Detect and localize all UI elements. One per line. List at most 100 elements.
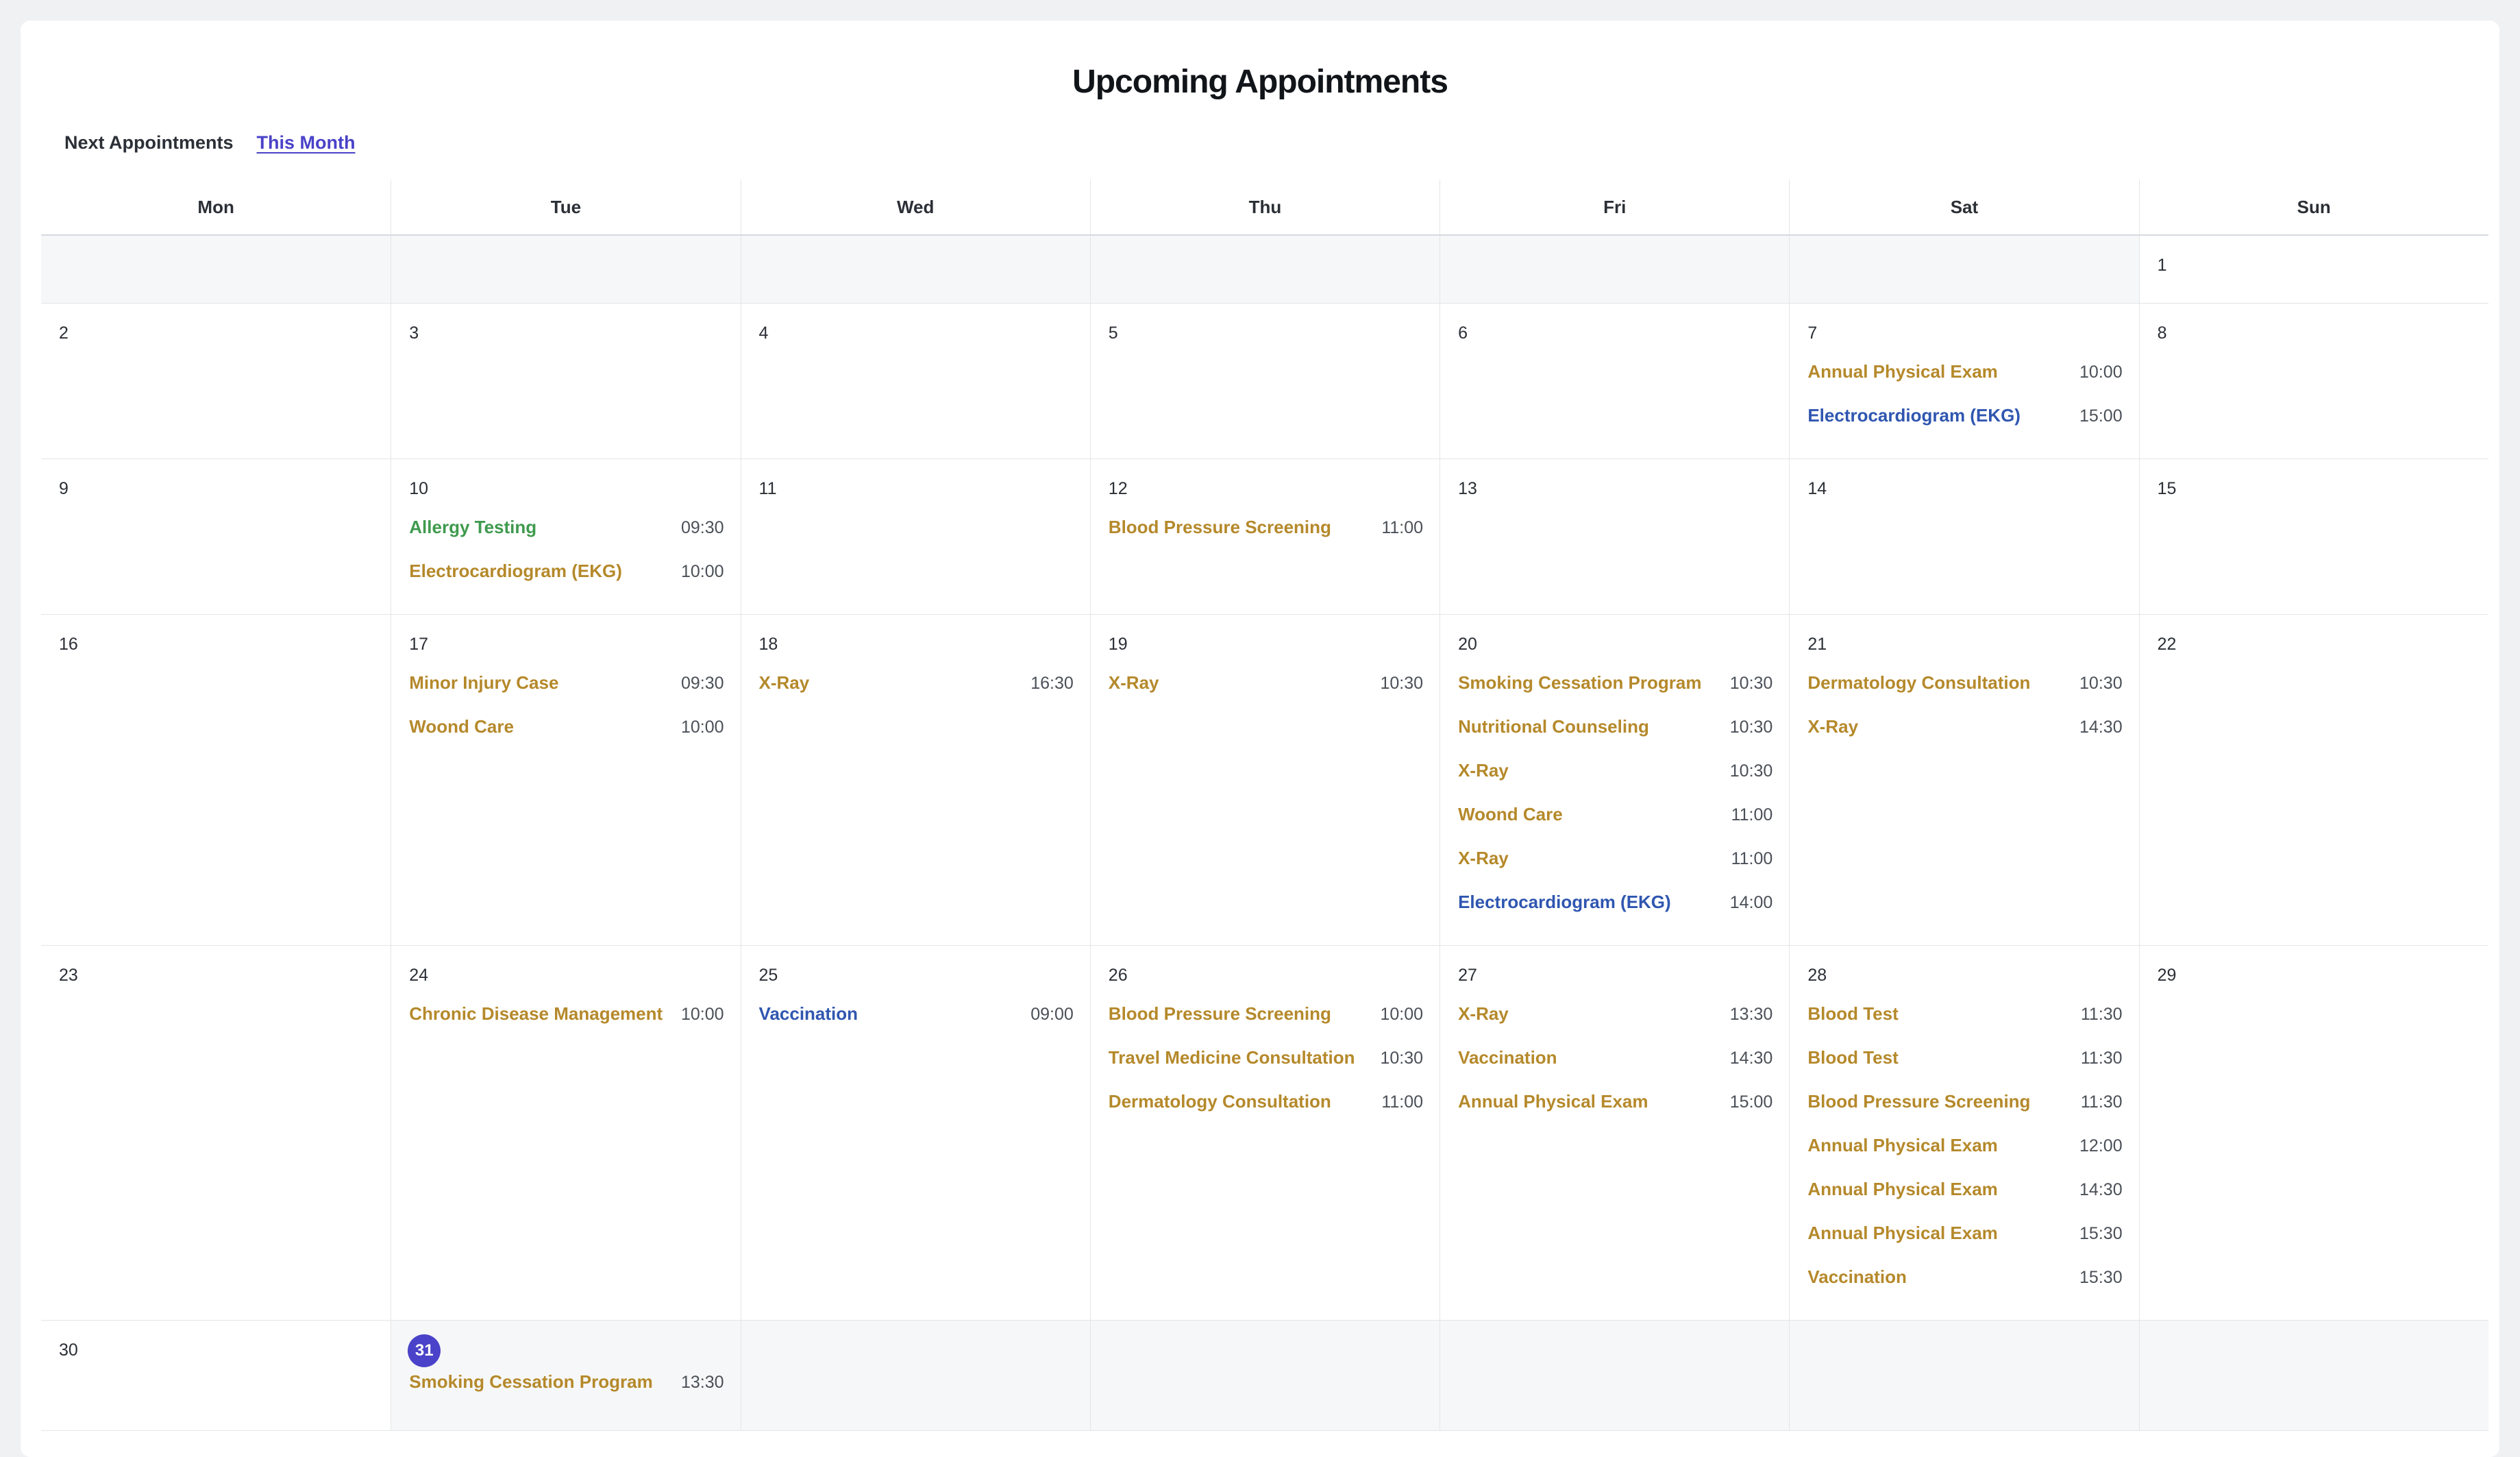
calendar-day[interactable]: 5	[1089, 304, 1440, 458]
day-number: 8	[2157, 323, 2167, 343]
appointment-time: 14:30	[2079, 1180, 2123, 1199]
appointment-time: 12:00	[2079, 1136, 2123, 1155]
calendar-day[interactable]: 11	[740, 459, 1090, 614]
tab-this-month[interactable]: This Month	[257, 132, 356, 154]
appointment-title: X-Ray	[1807, 716, 1859, 737]
calendar-day[interactable]: 20 Smoking Cessation Program 10:30 Nutritio…	[1440, 615, 1789, 945]
appointment-item[interactable]: Travel Medicine Consultation 10:30	[1109, 1047, 1423, 1091]
appointment-item[interactable]: Blood Pressure Screening 11:00	[1109, 517, 1423, 561]
calendar-day[interactable]: 6	[1440, 304, 1789, 458]
appointment-item[interactable]: Annual Physical Exam 12:00	[1807, 1135, 2122, 1179]
appointment-title: Woond Care	[409, 716, 514, 737]
day-number: 4	[758, 323, 769, 343]
calendar-day[interactable]: 8	[2138, 304, 2488, 458]
tab-next-appointments[interactable]: Next Appointments	[64, 132, 234, 154]
appointment-time: 14:00	[1729, 893, 1773, 912]
appointment-item[interactable]: X-Ray 10:30	[1458, 760, 1772, 804]
appointment-item[interactable]: X-Ray 10:30	[1109, 672, 1423, 716]
appointment-item[interactable]: X-Ray 13:30	[1458, 1003, 1772, 1047]
calendar-day[interactable]: 28 Blood Test 11:30 Blood Test 11:30 Blood Pr…	[1789, 946, 2138, 1320]
calendar-day[interactable]: 10 Allergy Testing 09:30 Electrocardiogram …	[391, 459, 740, 614]
appointment-title: Annual Physical Exam	[1807, 361, 1998, 382]
calendar-day[interactable]: 2	[41, 304, 391, 458]
appointment-item[interactable]: Smoking Cessation Program 13:30	[409, 1371, 724, 1415]
day-number: 6	[1458, 323, 1468, 343]
appointment-title: Dermatology Consultation	[1108, 1091, 1331, 1112]
appointment-item[interactable]: Dermatology Consultation 11:00	[1109, 1091, 1423, 1135]
appointment-item[interactable]: Chronic Disease Management 10:00	[409, 1003, 724, 1047]
calendar-day[interactable]: 19 X-Ray 10:30	[1089, 615, 1440, 945]
appointment-item[interactable]: Blood Pressure Screening 10:00	[1109, 1003, 1423, 1047]
appointment-item[interactable]: Minor Injury Case 09:30	[409, 672, 724, 716]
calendar-day-empty	[1440, 236, 1790, 303]
calendar-day[interactable]: 14	[1789, 459, 2138, 614]
calendar-day[interactable]: 23	[41, 946, 391, 1320]
day-number: 9	[59, 479, 69, 498]
day-number: 11	[758, 479, 777, 498]
calendar-week: 1	[41, 236, 2488, 304]
appointment-item[interactable]: Annual Physical Exam 15:30	[1807, 1223, 2122, 1266]
calendar-day[interactable]: 15	[2138, 459, 2488, 614]
calendar-day[interactable]: 13	[1440, 459, 1789, 614]
appointment-title: Blood Pressure Screening	[1108, 517, 1331, 537]
calendar-day[interactable]: 21 Dermatology Consultation 10:30 X-Ray 14:3…	[1789, 615, 2138, 945]
calendar-day[interactable]: 25 Vaccination 09:00	[740, 946, 1090, 1320]
appointment-item[interactable]: Dermatology Consultation 10:30	[1807, 672, 2122, 716]
appointment-item[interactable]: Woond Care 10:00	[409, 716, 724, 760]
appointment-item[interactable]: Annual Physical Exam 10:00	[1807, 361, 2122, 405]
appointment-item[interactable]: Allergy Testing 09:30	[409, 517, 724, 561]
appointment-item[interactable]: Woond Care 11:00	[1458, 804, 1772, 848]
calendar-day[interactable]: 17 Minor Injury Case 09:30 Woond Care 10:00	[391, 615, 740, 945]
appointment-item[interactable]: Smoking Cessation Program 10:30	[1458, 672, 1772, 716]
appointment-item[interactable]: X-Ray 16:30	[759, 672, 1074, 716]
appointment-time: 09:00	[1030, 1005, 1074, 1024]
appointment-item[interactable]: Annual Physical Exam 15:00	[1458, 1091, 1772, 1135]
appointment-item[interactable]: Electrocardiogram (EKG) 15:00	[1807, 405, 2122, 449]
calendar-day[interactable]: 31 Smoking Cessation Program 13:30	[391, 1321, 741, 1430]
day-number: 23	[59, 966, 78, 985]
appointment-time: 10:30	[1729, 674, 1773, 693]
appointment-title: Electrocardiogram (EKG)	[1458, 892, 1671, 912]
calendar-day[interactable]: 30	[41, 1321, 391, 1430]
calendar-day[interactable]: 27 X-Ray 13:30 Vaccination 14:30 Annual Physi…	[1440, 946, 1789, 1320]
calendar-day[interactable]: 3	[391, 304, 740, 458]
calendar-day[interactable]: 26 Blood Pressure Screening 10:00 Travel Me…	[1089, 946, 1440, 1320]
calendar-day-empty	[740, 236, 1090, 303]
appointment-list: Smoking Cessation Program 13:30	[409, 1371, 724, 1415]
calendar-day[interactable]: 9	[41, 459, 391, 614]
appointment-item[interactable]: X-Ray 14:30	[1807, 716, 2122, 760]
appointment-item[interactable]: Vaccination 14:30	[1458, 1047, 1772, 1091]
appointment-item[interactable]: Electrocardiogram (EKG) 14:00	[1458, 892, 1772, 935]
calendar-weeks: 1 2 3 4 5 6 7 Annual Physical Exam 10:00 Electroc…	[41, 236, 2488, 1431]
appointment-item[interactable]: Vaccination 15:30	[1807, 1266, 2122, 1310]
day-number: 29	[2157, 966, 2177, 985]
calendar-day[interactable]: 12 Blood Pressure Screening 11:00	[1089, 459, 1440, 614]
calendar-day[interactable]: 29	[2138, 946, 2488, 1320]
calendar-day[interactable]: 18 X-Ray 16:30	[740, 615, 1090, 945]
appointment-time: 10:30	[1380, 1049, 1424, 1068]
appointment-item[interactable]: Nutritional Counseling 10:30	[1458, 716, 1772, 760]
appointment-item[interactable]: Electrocardiogram (EKG) 10:00	[409, 561, 724, 604]
calendar-day[interactable]: 7 Annual Physical Exam 10:00 Electrocardiog…	[1789, 304, 2138, 458]
day-number: 26	[1108, 966, 1128, 985]
appointment-title: X-Ray	[1458, 848, 1509, 868]
calendar-day[interactable]: 4	[740, 304, 1090, 458]
appointment-time: 10:00	[680, 562, 724, 581]
calendar-day[interactable]: 1	[2138, 236, 2488, 303]
day-number: 24	[409, 966, 429, 985]
calendar-day[interactable]: 22	[2138, 615, 2488, 945]
appointment-title: Vaccination	[758, 1003, 858, 1024]
appointment-item[interactable]: Blood Test 11:30	[1807, 1003, 2122, 1047]
appointment-list: Vaccination 09:00	[759, 1003, 1074, 1047]
weekday-sat: Sat	[1789, 180, 2138, 234]
appointment-item[interactable]: Blood Test 11:30	[1807, 1047, 2122, 1091]
appointment-item[interactable]: Vaccination 09:00	[759, 1003, 1074, 1047]
appointment-item[interactable]: Blood Pressure Screening 11:30	[1807, 1091, 2122, 1135]
calendar-day[interactable]: 24 Chronic Disease Management 10:00	[391, 946, 740, 1320]
appointment-time: 10:30	[1380, 674, 1424, 693]
appointment-item[interactable]: X-Ray 11:00	[1458, 848, 1772, 892]
calendar-day[interactable]: 16	[41, 615, 391, 945]
appointment-list: X-Ray 10:30	[1109, 672, 1423, 716]
appointment-item[interactable]: Annual Physical Exam 14:30	[1807, 1179, 2122, 1223]
appointment-title: Annual Physical Exam	[1807, 1135, 1998, 1155]
